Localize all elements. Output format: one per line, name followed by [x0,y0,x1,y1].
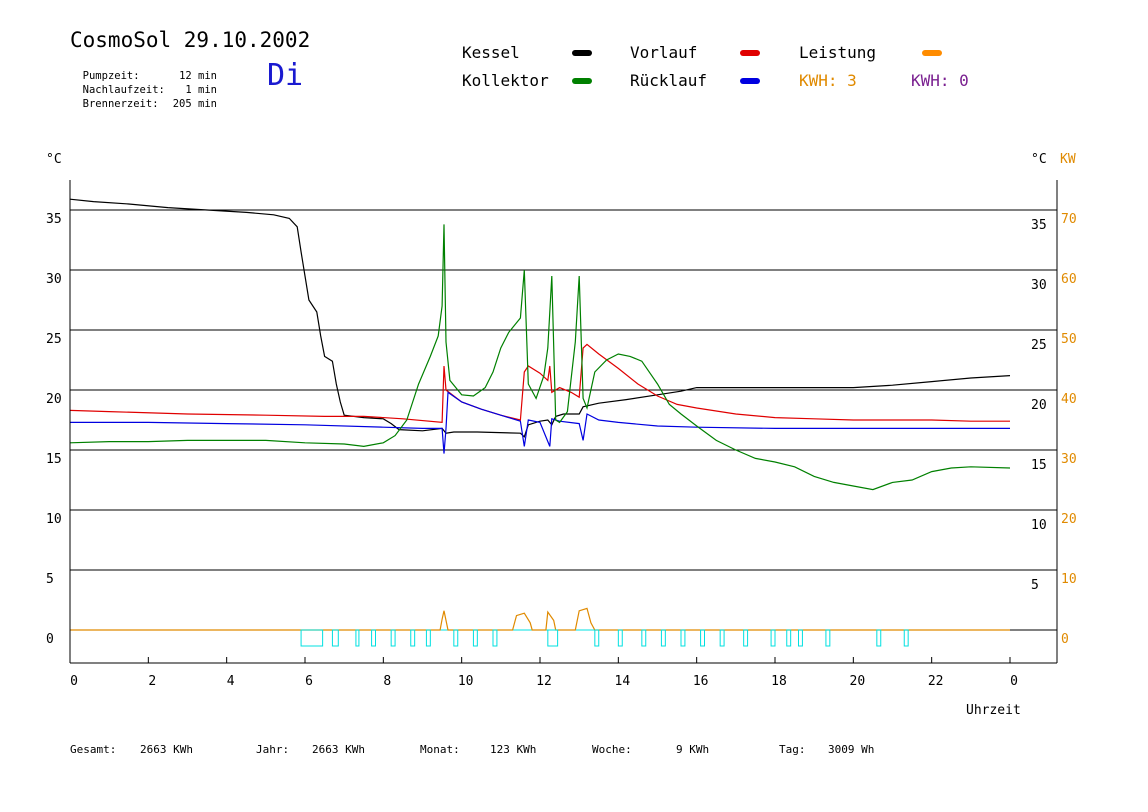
x-tick-label: 10 [458,674,474,689]
burner-pulse [300,629,324,647]
footer-jahr-label: Jahr: [256,743,290,756]
y-axis-label-right-temp: °C [1031,152,1047,167]
x-tick-label: 12 [536,674,552,689]
burner-pulse [903,629,909,647]
y-tick-label-right: 15 [1031,458,1047,473]
x-tick-label: 14 [615,674,631,689]
y-tick-label: 10 [46,512,62,527]
burner-pulse [743,629,749,647]
kw-tick-label: 60 [1061,272,1077,287]
footer-monat-label: Monat: [420,743,460,756]
burner-pulse [798,629,803,647]
x-tick-label: 8 [383,674,391,689]
burner-pulse [547,629,559,647]
x-tick-label: 20 [850,674,866,689]
kw-tick-label: 70 [1061,212,1077,227]
y-tick-label: 25 [46,332,62,347]
burner-pulse [617,629,623,647]
x-tick-label: 0 [1010,674,1018,689]
y-axis-label-left: °C [46,152,62,167]
y-tick-label-right: 5 [1031,578,1039,593]
series-leistung-line [70,607,1010,631]
kw-tick-label: 40 [1061,392,1077,407]
kw-tick-label: 50 [1061,332,1077,347]
footer-gesamt-label: Gesamt: [70,743,117,756]
kw-tick-label: 10 [1061,572,1077,587]
burner-pulse [660,629,666,647]
footer-jahr-value: 2663 KWh [312,743,365,756]
y-tick-label-right: 20 [1031,398,1047,413]
burner-pulse [825,629,831,647]
y-tick-label-right: 10 [1031,518,1047,533]
axis-layer: 0510152025303551015202530350102030405060… [46,180,1077,689]
x-tick-label: 22 [928,674,944,689]
x-tick-label: 6 [305,674,313,689]
y-tick-label-right: 35 [1031,218,1047,233]
series-kessel-line [69,198,1011,438]
burner-pulse [472,629,478,647]
burner-pulse [410,629,416,647]
burner-pulse [770,629,776,647]
x-tick-label: 2 [148,674,156,689]
burner-pulse [700,629,705,647]
y-tick-label: 35 [46,212,62,227]
y-tick-label: 0 [46,632,54,647]
burner-pulse [641,629,647,647]
x-axis-label: Uhrzeit [966,703,1021,718]
burner-pulse [390,629,396,647]
y-tick-label-right: 25 [1031,338,1047,353]
x-tick-label: 18 [771,674,787,689]
kw-tick-label: 20 [1061,512,1077,527]
burner-pulse [425,629,431,647]
y-tick-label-right: 30 [1031,278,1047,293]
footer-woche-label: Woche: [592,743,632,756]
burner-pulse [331,629,339,647]
y-axis-label-right-power: KW [1060,152,1076,167]
footer-tag-label: Tag: [779,743,806,756]
x-tick-label: 16 [693,674,709,689]
series-rcklauf-line [70,391,1010,454]
burner-pulse [371,629,377,647]
y-tick-label: 20 [46,392,62,407]
burner-pulse [719,629,725,647]
burner-pulse [876,629,882,647]
x-tick-label: 4 [227,674,235,689]
burner-pulse [594,629,600,647]
burner-pulse [680,629,686,647]
burner-pulse [786,629,792,647]
burner-pulse [453,629,459,647]
footer-woche-value: 9 KWh [676,743,710,756]
footer-tag-value: 3009 Wh [828,743,875,756]
y-tick-label: 15 [46,452,62,467]
footer-monat-value: 123 KWh [490,743,537,756]
x-tick-label: 0 [70,674,78,689]
y-tick-label: 5 [46,572,54,587]
chart-svg: 0510152025303551015202530350102030405060… [46,152,1077,718]
burner-pulse [492,629,498,647]
burner-pulse [355,629,360,647]
kw-tick-label: 30 [1061,452,1077,467]
series-vorlauf-line [69,343,1010,424]
footer-gesamt-value: 2663 KWh [140,743,193,756]
kw-tick-label: 0 [1061,632,1069,647]
series-layer [69,198,1011,647]
y-tick-label: 30 [46,272,62,287]
